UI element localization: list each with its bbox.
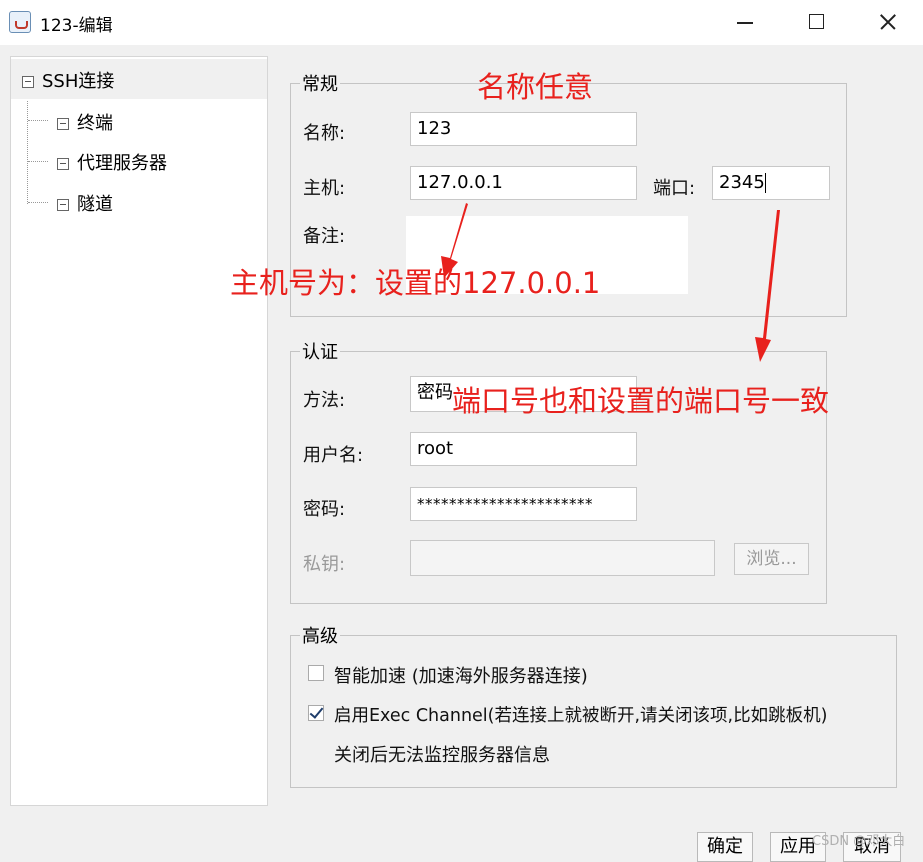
collapse-icon [22,76,34,88]
username-label: 用户名: [303,445,364,466]
tree-item-terminal[interactable]: 终端 [57,109,113,135]
name-label: 名称: [303,123,346,144]
maximize-button[interactable] [785,0,845,45]
tree-guide-line [27,101,28,204]
private-key-field[interactable] [410,540,715,576]
accel-label: 智能加速 (加速海外服务器连接) [334,666,588,687]
node-icon [57,118,69,130]
node-icon [57,158,69,170]
ok-button[interactable]: 确定 [697,832,753,862]
name-field[interactable]: 123 [410,112,637,146]
window-title: 123-编辑 [40,16,113,36]
connection-tree: SSH连接 终端 代理服务器 隧道 [10,56,268,806]
java-cup-icon [9,11,31,33]
port-field[interactable]: 2345 [712,166,830,200]
host-field[interactable]: 127.0.0.1 [410,166,637,200]
exec-channel-note: 关闭后无法监控服务器信息 [334,745,550,766]
browse-button[interactable]: 浏览... [734,543,809,575]
name-hint-annotation: 名称任意 [477,70,594,104]
accel-checkbox[interactable] [308,665,324,681]
password-field[interactable]: ********************** [410,487,637,521]
tree-guide-branch [28,120,48,121]
tree-guide-branch [28,202,48,203]
port-value: 2345 [719,172,765,193]
tree-item-tunnel-label: 隧道 [77,194,113,215]
host-hint-annotation: 主机号为：设置的127.0.0.1 [230,266,601,300]
password-label: 密码: [303,499,346,520]
tree-item-proxy-label: 代理服务器 [77,153,167,174]
node-icon [57,199,69,211]
advanced-legend: 高级 [302,626,338,647]
port-label: 端口: [653,178,696,199]
port-hint-annotation: 端口号也和设置的端口号一致 [452,384,830,418]
tree-item-proxy[interactable]: 代理服务器 [57,149,167,175]
exec-channel-label: 启用Exec Channel(若连接上就被断开,请关闭该项,比如跳板机) [334,706,828,726]
tree-item-tunnel[interactable]: 隧道 [57,190,113,216]
tree-guide-branch [28,161,48,162]
general-legend: 常规 [302,74,338,95]
watermark: CSDN @邓太白 [812,834,906,849]
note-label: 备注: [303,226,346,247]
tree-item-terminal-label: 终端 [77,113,113,134]
minimize-button[interactable] [715,0,775,45]
title-bar: 123-编辑 [0,0,923,45]
private-key-label: 私钥: [303,554,346,575]
text-caret [764,173,766,193]
tree-item-ssh[interactable]: SSH连接 [22,67,114,93]
username-field[interactable]: root [410,432,637,466]
close-button[interactable] [857,0,917,45]
tree-item-ssh-label: SSH连接 [42,71,115,92]
auth-legend: 认证 [302,342,338,363]
exec-channel-checkbox[interactable] [308,705,324,721]
method-label: 方法: [303,390,346,411]
host-label: 主机: [303,178,346,199]
